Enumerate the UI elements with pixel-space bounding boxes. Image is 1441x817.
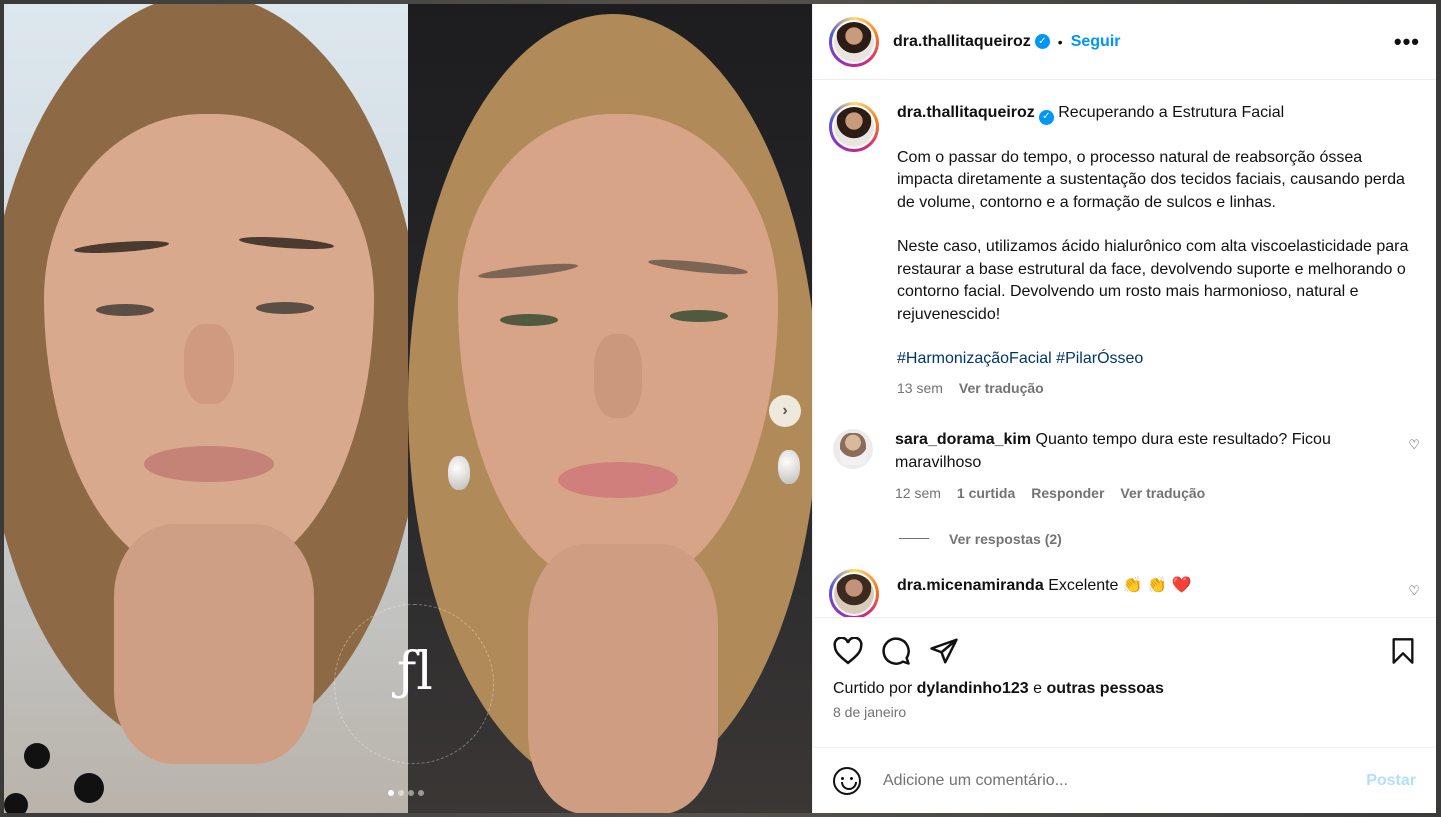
comments-list[interactable]: dra.thallitaqueiroz ✓ Recuperando a Estru… [813,80,1436,617]
post-comment-button[interactable]: Postar [1366,772,1416,790]
caption-avatar[interactable] [829,102,879,152]
caption-time[interactable]: 13 sem [897,377,943,400]
verified-icon: ✓ [1034,34,1050,49]
pager-dot [398,790,404,796]
post-date[interactable]: 8 de janeiro [833,704,1416,720]
liked-by-conj: e [1033,680,1042,697]
comment-time[interactable]: 12 sem [895,482,941,505]
like-button[interactable] [833,637,863,665]
caption-paragraph: Com o passar do tempo, o processo natura… [897,148,1405,211]
view-replies[interactable]: Ver respostas (2) [899,531,1420,547]
comment-button[interactable] [881,636,911,666]
liked-by-others[interactable]: outras pessoas [1046,680,1163,697]
translate-link[interactable]: Ver tradução [1120,482,1205,505]
separator-bullet: • [1057,33,1063,50]
liked-by-prefix: Curtido por [833,680,913,697]
share-button[interactable] [929,637,959,665]
next-slide-button[interactable]: › [769,395,801,427]
follow-button[interactable]: Seguir [1071,33,1121,51]
pager-dot [388,790,394,796]
caption: dra.thallitaqueiroz ✓ Recuperando a Estru… [829,102,1420,399]
commenter-avatar[interactable] [829,568,879,617]
caption-paragraph: Neste caso, utilizamos ácido hialurônico… [897,238,1409,323]
bookmark-icon [1392,638,1414,664]
post-media[interactable]: ƒl › [4,4,812,813]
comment-input[interactable] [883,771,1367,790]
caption-hashtags[interactable]: #HarmonizaçãoFacial #PilarÓsseo [897,348,1417,371]
view-replies-label: Ver respostas (2) [949,530,1062,547]
author-username[interactable]: dra.thallitaqueiroz [893,33,1031,51]
commenter-username[interactable]: sara_dorama_kim [895,431,1031,448]
verified-icon: ✓ [1038,109,1054,125]
comment-icon [882,637,910,665]
likes-summary: Curtido por dylandinho123 e outras pesso… [833,680,1416,698]
chevron-right-icon: › [782,402,788,419]
caption-username[interactable]: dra.thallitaqueiroz [897,104,1035,121]
post-header: dra.thallitaqueiroz ✓ • Seguir ••• [813,4,1436,80]
translate-link[interactable]: Ver tradução [959,377,1044,400]
caption-title: Recuperando a Estrutura Facial [1058,104,1285,121]
reply-button[interactable]: Responder [1031,482,1104,505]
comment-text: Excelente 👏 👏 ❤️ [1048,576,1192,594]
post-side-panel: dra.thallitaqueiroz ✓ • Seguir ••• dra.t… [812,4,1436,813]
post-actions: Curtido por dylandinho123 e outras pesso… [813,617,1436,747]
commenter-avatar[interactable] [833,429,873,470]
save-button[interactable] [1390,637,1416,665]
more-options-icon[interactable]: ••• [1394,29,1420,55]
post-modal: ƒl › dra.thallitaqueiroz ✓ • Seguir ••• [4,4,1436,813]
send-icon [930,638,958,664]
author-avatar[interactable] [829,16,879,67]
liked-by-user[interactable]: dylandinho123 [917,680,1029,697]
pager-dot [418,790,424,796]
watermark-logo: ƒl [397,642,433,702]
comment-item: sara_dorama_kim Quanto tempo dura este r… [829,429,1420,505]
like-comment-icon[interactable]: ♡ [1408,583,1420,599]
carousel-pager [388,790,424,796]
emoji-icon[interactable] [833,766,861,795]
pager-dot [408,790,414,796]
comment-item: dra.micenamiranda Excelente 👏 👏 ❤️ ♡ [829,568,1420,617]
comment-composer: Postar [813,747,1436,813]
heart-icon [833,637,863,665]
comment-likes[interactable]: 1 curtida [957,482,1015,505]
commenter-username[interactable]: dra.micenamiranda [897,577,1044,594]
like-comment-icon[interactable]: ♡ [1408,437,1420,453]
